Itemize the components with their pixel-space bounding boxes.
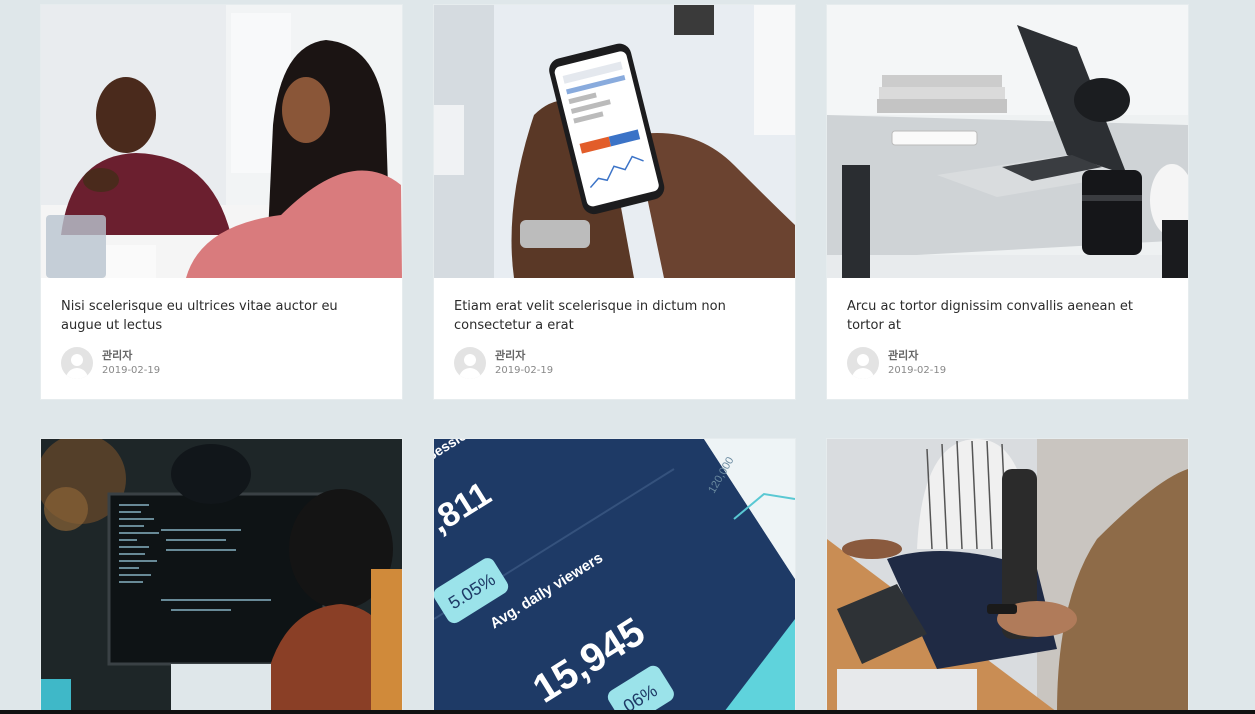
post-thumbnail[interactable]	[827, 439, 1188, 712]
post-author: 관리자 2019-02-19	[454, 347, 775, 379]
avatar-icon	[847, 347, 879, 379]
post-thumbnail[interactable]	[41, 5, 402, 278]
post-card[interactable]: Sessions ,811 Avg. daily viewers 15,945 …	[434, 439, 795, 712]
coding-photo	[41, 439, 402, 712]
analytics-photo: Sessions ,811 Avg. daily viewers 15,945 …	[434, 439, 795, 712]
post-thumbnail[interactable]	[827, 5, 1188, 278]
phone-photo	[434, 5, 795, 278]
avatar-icon	[454, 347, 486, 379]
post-card[interactable]: Etiam erat velit scelerisque in dictum n…	[434, 5, 795, 399]
post-body: Etiam erat velit scelerisque in dictum n…	[434, 278, 795, 399]
author-name: 관리자	[102, 348, 133, 362]
laptop-desk-photo	[827, 5, 1188, 278]
author-name: 관리자	[888, 348, 919, 362]
post-date: 2019-02-19	[888, 364, 947, 376]
post-body: Nisi scelerisque eu ultrices vitae aucto…	[41, 278, 402, 399]
post-thumbnail[interactable]	[434, 5, 795, 278]
post-card[interactable]	[827, 439, 1188, 712]
post-title[interactable]: Nisi scelerisque eu ultrices vitae aucto…	[61, 297, 382, 335]
bottom-edge	[0, 710, 1255, 714]
post-card[interactable]: Nisi scelerisque eu ultrices vitae aucto…	[41, 5, 402, 399]
post-date: 2019-02-19	[495, 364, 554, 376]
post-title[interactable]: Etiam erat velit scelerisque in dictum n…	[454, 297, 775, 335]
team-photo	[827, 439, 1188, 712]
post-card[interactable]	[41, 439, 402, 712]
meeting-photo	[41, 5, 402, 278]
post-thumbnail[interactable]	[41, 439, 402, 712]
post-author: 관리자 2019-02-19	[61, 347, 382, 379]
post-title[interactable]: Arcu ac tortor dignissim convallis aenea…	[847, 297, 1168, 335]
author-name: 관리자	[495, 348, 526, 362]
post-card[interactable]: Arcu ac tortor dignissim convallis aenea…	[827, 5, 1188, 399]
post-author: 관리자 2019-02-19	[847, 347, 1168, 379]
post-body: Arcu ac tortor dignissim convallis aenea…	[827, 278, 1188, 399]
avatar-icon	[61, 347, 93, 379]
post-date: 2019-02-19	[102, 364, 161, 376]
post-thumbnail[interactable]: Sessions ,811 Avg. daily viewers 15,945 …	[434, 439, 795, 712]
